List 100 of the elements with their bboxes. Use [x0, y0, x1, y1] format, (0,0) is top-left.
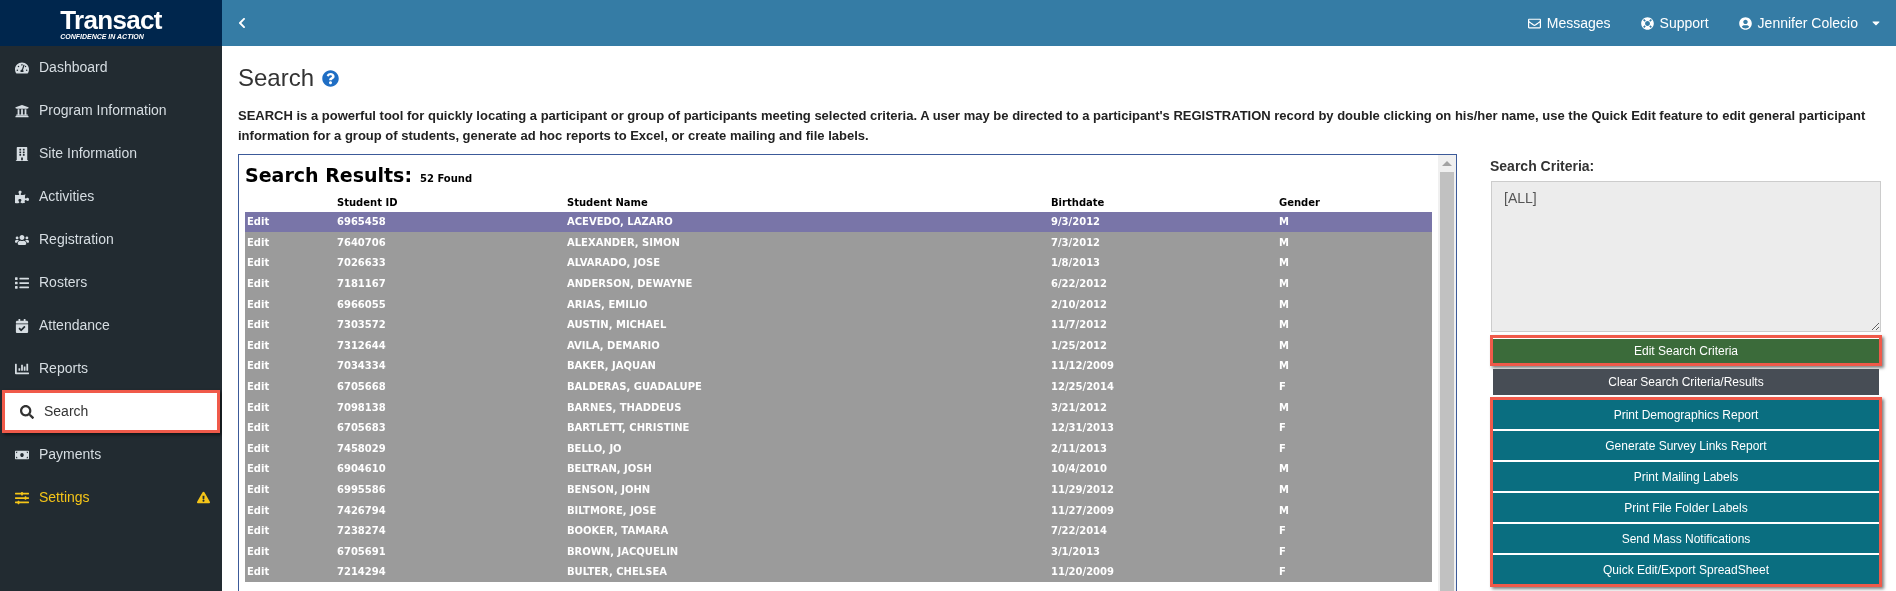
result-row[interactable]: Edit 7214294 BULTER, CHELSEA 11/20/2009 F	[245, 561, 1432, 583]
results-title: Search Results:	[245, 163, 413, 188]
scroll-thumb[interactable]	[1440, 172, 1454, 591]
scroll-up-icon[interactable]	[1442, 161, 1452, 166]
action-button[interactable]: Quick Edit/Export SpreadSheet	[1493, 555, 1879, 584]
edit-link[interactable]: Edit	[247, 422, 270, 434]
action-button[interactable]: Print Demographics Report	[1493, 400, 1879, 429]
criteria-label: Search Criteria:	[1490, 157, 1596, 176]
edit-link[interactable]: Edit	[247, 566, 270, 578]
criteria-field[interactable]: [ALL]	[1491, 181, 1881, 332]
table-cell: M	[1279, 484, 1289, 495]
table-cell: 7303572	[337, 319, 386, 331]
action-button[interactable]: Print Mailing Labels	[1493, 462, 1879, 491]
edit-link[interactable]: Edit	[247, 484, 270, 495]
result-row[interactable]: Edit 6705683 BARTLETT, CHRISTINE 12/31/2013 F	[245, 417, 1432, 439]
action-button[interactable]: Print File Folder Labels	[1493, 493, 1879, 522]
list-icon	[15, 275, 29, 290]
edit-link[interactable]: Edit	[247, 381, 270, 393]
table-cell: 7238274	[337, 525, 386, 537]
result-row[interactable]: Edit 7034334 BAKER, JAQUAN 11/12/2009 M	[245, 355, 1432, 377]
sidebar-item[interactable]: Attendance	[0, 304, 222, 347]
sidebar-item[interactable]: Dashboard	[0, 46, 222, 89]
sidebar-item[interactable]: Site Information	[0, 132, 222, 175]
clear-criteria-button[interactable]: Clear Search Criteria/Results	[1493, 369, 1879, 395]
table-cell: F	[1279, 422, 1286, 434]
edit-link[interactable]: Edit	[247, 401, 270, 413]
edit-link[interactable]: Edit	[247, 545, 270, 557]
table-cell: 11/27/2009	[1051, 504, 1114, 516]
topbar-link[interactable]: Jennifer Colecio	[1738, 12, 1882, 34]
edit-criteria-button[interactable]: Edit Search Criteria	[1493, 339, 1879, 363]
edit-link[interactable]: Edit	[247, 278, 270, 290]
edit-link[interactable]: Edit	[247, 298, 270, 310]
table-cell: F	[1279, 566, 1286, 578]
column-header: Birthdate	[1051, 197, 1105, 208]
table-cell: 12/25/2014	[1051, 381, 1114, 393]
table-cell: M	[1279, 339, 1289, 351]
edit-link[interactable]: Edit	[247, 339, 270, 351]
edit-link[interactable]: Edit	[247, 504, 270, 516]
result-row[interactable]: Edit 7098138 BARNES, THADDEUS 3/21/2012 M	[245, 396, 1432, 418]
scrollbar[interactable]	[1438, 155, 1456, 591]
edit-link[interactable]: Edit	[247, 442, 270, 454]
edit-link[interactable]: Edit	[247, 360, 270, 372]
result-row[interactable]: Edit 7181167 ANDERSON, DEWAYNE 6/22/2012 M	[245, 273, 1432, 294]
table-cell: 6904610	[337, 463, 386, 475]
table-cell: AVILA, DEMARIO	[567, 339, 660, 351]
edit-link[interactable]: Edit	[247, 257, 270, 269]
table-cell: BROWN, JACQUELIN	[567, 545, 679, 557]
result-row[interactable]: Edit 7026633 ALVARADO, JOSE 1/8/2013 M	[245, 252, 1432, 274]
sidebar-item[interactable]: Search	[2, 390, 220, 433]
result-row[interactable]: Edit 7640706 ALEXANDER, SIMON 7/3/2012 M	[245, 232, 1432, 253]
action-button[interactable]: Send Mass Notifications	[1493, 524, 1879, 553]
result-row[interactable]: Edit 6705668 BALDERAS, GUADALUPE 12/25/2014 F	[245, 376, 1432, 397]
result-row[interactable]: Edit 6966055 ARIAS, EMILIO 2/10/2012 M	[245, 293, 1432, 315]
table-cell: 6966055	[337, 298, 386, 310]
help-icon[interactable]	[322, 69, 340, 87]
result-row[interactable]: Edit 6965458 ACEVEDO, LAZARO 9/3/2012 M	[245, 211, 1432, 233]
edit-link[interactable]: Edit	[247, 319, 270, 331]
edit-link[interactable]: Edit	[247, 236, 270, 248]
sidebar-item[interactable]: Settings	[0, 476, 222, 519]
result-row[interactable]: Edit 6995586 BENSON, JOHN 11/29/2012 M	[245, 479, 1432, 500]
table-cell: 11/29/2012	[1051, 484, 1114, 495]
edit-link[interactable]: Edit	[247, 525, 270, 537]
table-cell: M	[1279, 401, 1289, 413]
table-cell: BENSON, JOHN	[567, 484, 651, 495]
table-cell: ARIAS, EMILIO	[567, 298, 648, 310]
result-row[interactable]: Edit 7458029 BELLO, JO 2/11/2013 F	[245, 438, 1432, 459]
table-cell: 6/22/2012	[1051, 278, 1107, 290]
table-cell: 7098138	[337, 401, 386, 413]
table-cell: 3/1/2013	[1051, 545, 1101, 557]
result-row[interactable]: Edit 7426794 BILTMORE, JOSE 11/27/2009 M	[245, 499, 1432, 521]
table-cell: BARNES, THADDEUS	[567, 401, 682, 413]
table-cell: BARTLETT, CHRISTINE	[567, 422, 690, 434]
table-cell: 11/20/2009	[1051, 566, 1114, 578]
collapse-icon[interactable]	[236, 17, 248, 29]
result-row[interactable]: Edit 6705691 BROWN, JACQUELIN 3/1/2013 F	[245, 541, 1432, 562]
mail-icon	[1527, 16, 1541, 30]
table-cell: ALVARADO, JOSE	[567, 257, 661, 269]
action-button[interactable]: Generate Survey Links Report	[1493, 431, 1879, 460]
sidebar-item[interactable]: Reports	[0, 347, 222, 390]
result-row[interactable]: Edit 6904610 BELTRAN, JOSH 10/4/2010 M	[245, 458, 1432, 480]
topbar-link[interactable]: Support	[1640, 12, 1709, 34]
table-cell: M	[1279, 278, 1289, 290]
edit-link[interactable]: Edit	[247, 216, 270, 228]
topbar-link[interactable]: Messages	[1527, 12, 1611, 34]
calendar-check-icon	[15, 318, 29, 333]
edit-link[interactable]: Edit	[247, 463, 270, 475]
table-cell: F	[1279, 442, 1286, 454]
table-cell: 7214294	[337, 566, 386, 578]
result-row[interactable]: Edit 7303572 AUSTIN, MICHAEL 11/7/2012 M	[245, 314, 1432, 336]
sidebar-item[interactable]: Program Information	[0, 89, 222, 132]
sidebar-item[interactable]: Activities	[0, 175, 222, 218]
result-row[interactable]: Edit 7238274 BOOKER, TAMARA 7/22/2014 F	[245, 520, 1432, 541]
sidebar-item[interactable]: Rosters	[0, 261, 222, 304]
table-cell: 7181167	[337, 278, 386, 290]
sidebar-item[interactable]: Payments	[0, 433, 222, 476]
lifebuoy-icon	[1640, 16, 1654, 30]
table-cell: M	[1279, 463, 1289, 475]
result-row[interactable]: Edit 7312644 AVILA, DEMARIO 1/25/2012 M	[245, 335, 1432, 356]
table-cell: M	[1279, 504, 1289, 516]
sidebar-item[interactable]: Registration	[0, 218, 222, 261]
